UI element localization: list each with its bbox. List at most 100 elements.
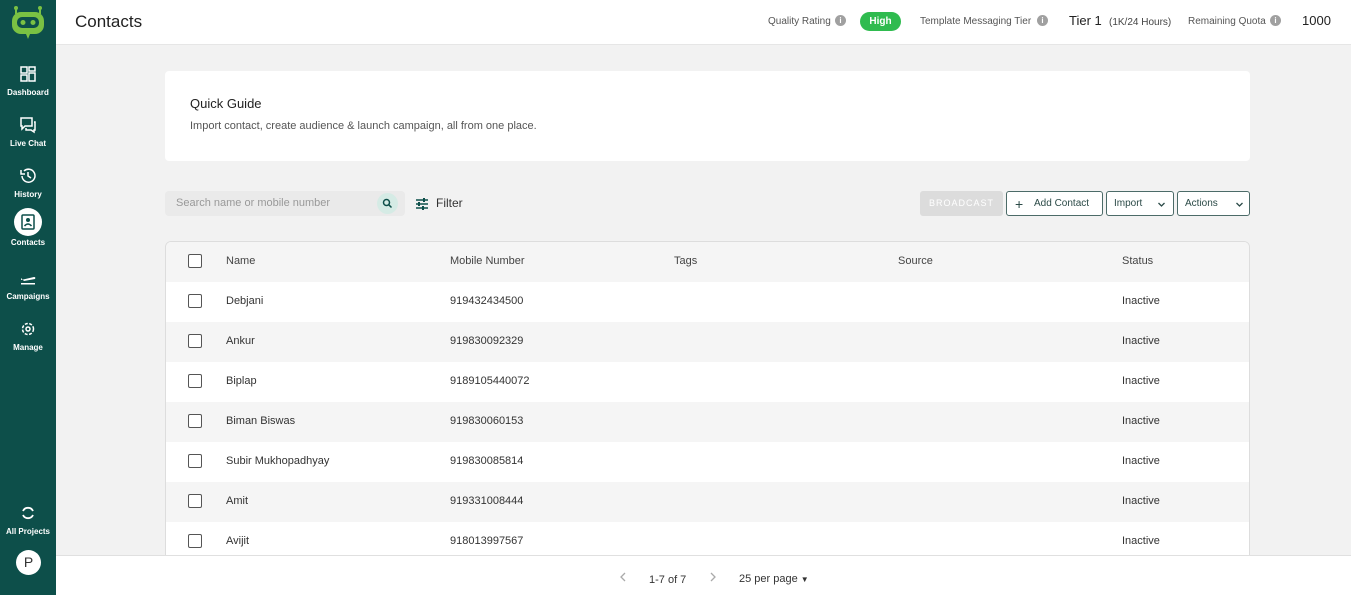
search-input[interactable]: Search name or mobile number (165, 191, 405, 216)
cell-name: Biplap (226, 375, 257, 387)
caret-down-icon: ▼ (800, 575, 809, 584)
cell-name: Amit (226, 495, 248, 507)
add-contact-label: Add Contact (1034, 198, 1090, 209)
chevron-left-icon[interactable] (616, 570, 630, 584)
filter-sliders-icon (416, 198, 428, 210)
guide-description: Import contact, create audience & launch… (190, 120, 537, 132)
sidebar-item-label: Campaigns (6, 292, 50, 301)
cell-name: Avijit (226, 535, 250, 547)
cell-status: Inactive (1122, 455, 1160, 467)
sidebar-item-label: History (14, 190, 42, 199)
info-icon[interactable]: i (835, 15, 846, 26)
sidebar-item-contacts[interactable]: Contacts (0, 208, 56, 258)
tier-detail: (1K/24 Hours) (1108, 17, 1172, 28)
search-placeholder: Search name or mobile number (176, 197, 331, 209)
cell-status: Inactive (1122, 375, 1160, 387)
table-row[interactable]: Subir Mukhopadhyay 919830085814 Inactive (166, 442, 1249, 482)
add-contact-button[interactable]: + Add Contact (1006, 191, 1103, 216)
quality-rating-badge: High (860, 12, 901, 31)
table-row[interactable]: Biman Biswas 919830060153 Inactive (166, 402, 1249, 442)
quick-guide-card: Quick Guide Import contact, create audie… (165, 71, 1250, 161)
dashboard-icon (20, 66, 36, 82)
search-icon (382, 198, 393, 209)
cell-mobile: 919432434500 (450, 295, 524, 307)
row-checkbox[interactable] (188, 454, 202, 468)
tier-value-text: Tier 1 (1069, 13, 1102, 28)
chevron-right-icon[interactable] (706, 570, 720, 584)
import-label: Import (1114, 198, 1143, 209)
cell-status: Inactive (1122, 535, 1160, 547)
table-row[interactable]: Amit 919331008444 Inactive (166, 482, 1249, 522)
sidebar-item-label: Contacts (10, 238, 46, 247)
sidebar-item-dashboard[interactable]: Dashboard (0, 62, 56, 110)
history-icon (20, 168, 36, 183)
contacts-table: Name Mobile Number Tags Source Status De… (165, 241, 1250, 561)
tier-label: Template Messaging Tier (920, 16, 1032, 27)
quota-value: 1000 (1302, 13, 1331, 28)
cell-status: Inactive (1122, 495, 1160, 507)
chat-icon (20, 117, 36, 134)
refresh-icon (22, 506, 34, 520)
row-checkbox[interactable] (188, 534, 202, 548)
sidebar-item-live-chat[interactable]: Live Chat (0, 113, 56, 161)
cell-name: Subir Mukhopadhyay (226, 455, 330, 467)
search-button[interactable] (377, 193, 398, 214)
tier-value: Tier 1 (1K/24 Hours) (1069, 13, 1171, 28)
avatar[interactable]: P (16, 550, 41, 575)
column-header-tags[interactable]: Tags (674, 255, 697, 267)
cell-status: Inactive (1122, 415, 1160, 427)
import-dropdown[interactable]: Import (1106, 191, 1174, 216)
row-checkbox[interactable] (188, 414, 202, 428)
cell-name: Ankur (226, 335, 255, 347)
actions-dropdown[interactable]: Actions (1177, 191, 1250, 216)
per-page-value: 25 per page (739, 573, 798, 585)
cell-name: Biman Biswas (226, 415, 296, 427)
quality-rating-label: Quality Rating (768, 16, 831, 27)
select-all-checkbox[interactable] (188, 254, 202, 268)
filter-label: Filter (436, 196, 463, 210)
top-bar: Contacts Quality Rating i High Template … (56, 0, 1351, 45)
row-checkbox[interactable] (188, 494, 202, 508)
broadcast-button[interactable]: BROADCAST (920, 191, 1003, 216)
contacts-icon (21, 214, 35, 230)
actions-label: Actions (1185, 198, 1218, 209)
cell-mobile: 918013997567 (450, 535, 524, 547)
column-header-name[interactable]: Name (226, 255, 255, 267)
guide-title: Quick Guide (190, 96, 262, 111)
plane-icon (21, 277, 36, 285)
column-header-source[interactable]: Source (898, 255, 933, 267)
cell-mobile: 919331008444 (450, 495, 524, 507)
sidebar-item-label: Dashboard (7, 88, 49, 97)
filter-button[interactable]: Filter (414, 194, 463, 214)
page-title: Contacts (75, 12, 143, 31)
table-row[interactable]: Debjani 919432434500 Inactive (166, 282, 1249, 322)
pagination-range: 1-7 of 7 (649, 574, 687, 586)
info-icon[interactable]: i (1037, 15, 1048, 26)
plus-icon: + (1015, 196, 1024, 212)
row-checkbox[interactable] (188, 294, 202, 308)
sidebar-item-campaigns[interactable]: Campaigns (0, 266, 56, 314)
column-header-mobile[interactable]: Mobile Number (450, 255, 525, 267)
quota-label: Remaining Quota (1188, 16, 1266, 27)
chevron-down-icon (1158, 202, 1165, 207)
sidebar-item-label: Live Chat (9, 139, 46, 148)
gear-icon (21, 322, 35, 336)
broadcast-label: BROADCAST (929, 198, 995, 208)
pagination-bar: 1-7 of 7 25 per page ▼ (56, 555, 1351, 595)
sidebar-item-history[interactable]: History (0, 164, 56, 212)
row-checkbox[interactable] (188, 334, 202, 348)
column-header-status[interactable]: Status (1122, 255, 1153, 267)
chevron-down-icon (1236, 202, 1243, 207)
table-row[interactable]: Ankur 919830092329 Inactive (166, 322, 1249, 362)
cell-mobile: 919830092329 (450, 335, 524, 347)
table-row[interactable]: Biplap 9189105440072 Inactive (166, 362, 1249, 402)
sidebar-item-all-projects[interactable]: All Projects (0, 501, 56, 549)
bot-logo-icon[interactable] (8, 4, 48, 40)
sidebar-item-label: All Projects (5, 527, 50, 536)
info-icon[interactable]: i (1270, 15, 1281, 26)
cell-status: Inactive (1122, 295, 1160, 307)
cell-name: Debjani (226, 295, 264, 307)
row-checkbox[interactable] (188, 374, 202, 388)
sidebar-item-manage[interactable]: Manage (0, 317, 56, 365)
per-page-select[interactable]: 25 per page ▼ (739, 573, 809, 585)
